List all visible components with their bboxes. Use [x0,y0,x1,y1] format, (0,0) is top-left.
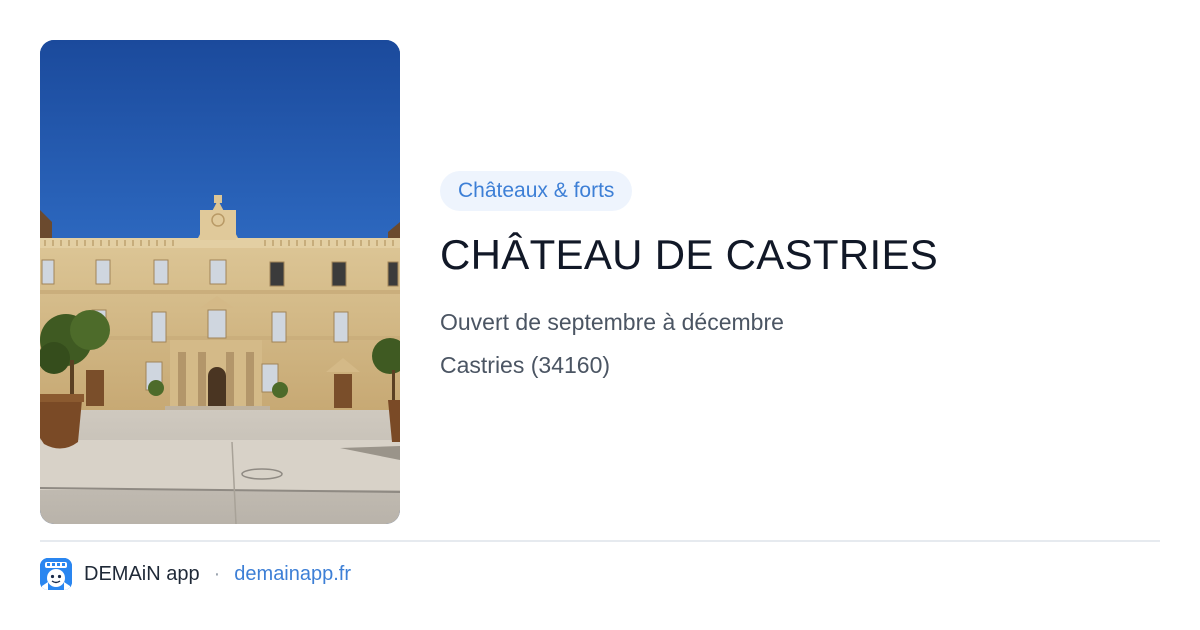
app-name: DEMAiN app [84,562,200,585]
chateau-photo [40,40,400,524]
footer: DEMAiN app · demainapp.fr [40,558,351,590]
footer-divider [40,540,1160,542]
place-location: Castries (34160) [440,352,611,378]
footer-separator: · [213,562,221,585]
site-link[interactable]: demainapp.fr [234,563,351,586]
place-title[interactable]: CHÂTEAU DE CASTRIES [440,229,1160,281]
card-content: Châteaux & forts CHÂTEAU DE CASTRIES Ouv… [440,171,1160,380]
opening-period: Ouvert de septembre à décembre [440,309,784,335]
category-badge[interactable]: Châteaux & forts [440,171,633,211]
demain-app-icon[interactable] [40,558,72,590]
link-preview-card[interactable]: Châteaux & forts CHÂTEAU DE CASTRIES Ouv… [0,0,1200,630]
